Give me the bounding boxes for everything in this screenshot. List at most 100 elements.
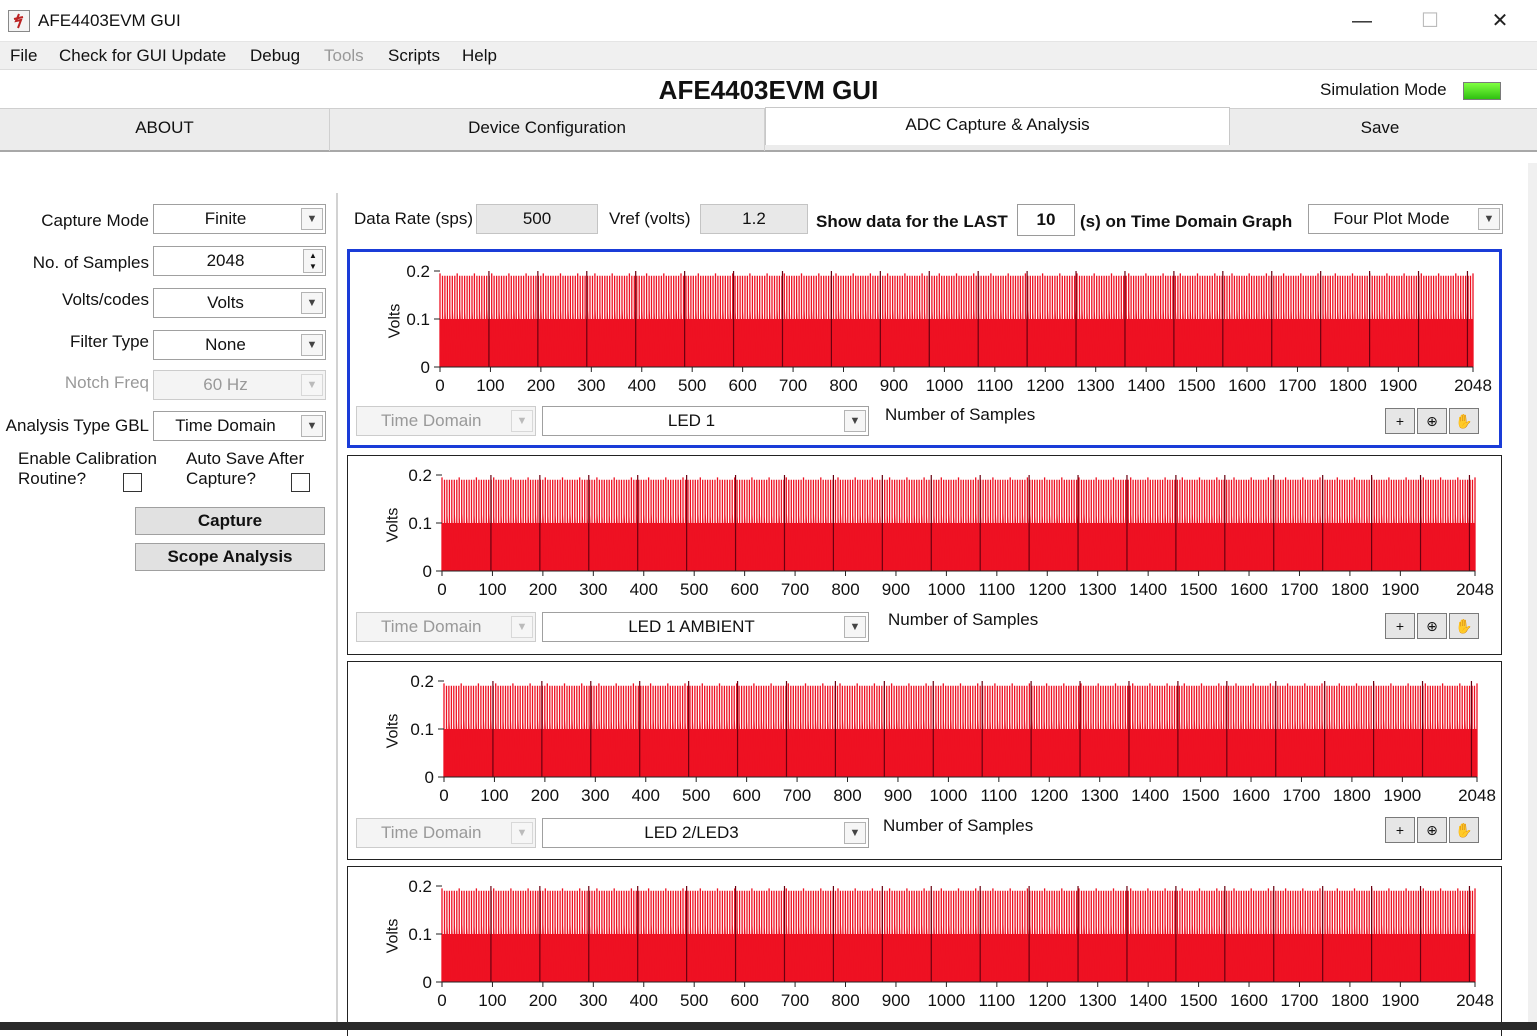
x-tick-label: 1600 (1230, 991, 1268, 1010)
x-tick-label: 1700 (1281, 991, 1319, 1010)
graph-fourth[interactable]: 0 0.1 0.2 0 100 200 300 400 500 600 700 800 900 1000 1… (347, 866, 1502, 1036)
x-tick-label: 200 (531, 786, 559, 805)
cursor-tool-icon[interactable]: + (1385, 408, 1415, 434)
menu-debug[interactable]: Debug (250, 46, 300, 66)
x-tick-label: 700 (781, 991, 809, 1010)
x-axis-label: Number of Samples (888, 610, 1039, 629)
chevron-down-icon: ▼ (301, 415, 323, 437)
vertical-scrollbar[interactable] (1528, 163, 1537, 1023)
signal-select[interactable]: LED 1 ▼ (542, 406, 869, 436)
y-tick-label: 0.1 (410, 720, 434, 739)
x-tick-label: 800 (831, 991, 859, 1010)
x-tick-label: 1800 (1333, 786, 1371, 805)
zoom-tool-icon[interactable]: ⊕ (1417, 613, 1447, 639)
x-tick-label: 800 (829, 376, 857, 395)
auto-save-label-line2: Capture? (186, 469, 256, 488)
notch-freq-select[interactable]: 60 Hz ▼ (153, 370, 326, 400)
x-tick-label: 700 (779, 376, 807, 395)
y-tick-label: 0.2 (408, 877, 432, 896)
zoom-tool-icon[interactable]: ⊕ (1417, 817, 1447, 843)
vref-label: Vref (volts) (609, 209, 691, 228)
x-tick-label: 1300 (1079, 580, 1117, 599)
volts-codes-select[interactable]: Volts ▼ (153, 288, 326, 318)
panel-divider (336, 193, 338, 1023)
samples-value: 2048 (206, 251, 245, 270)
y-tick-label: 0 (421, 358, 430, 377)
pan-tool-icon[interactable]: ✋ (1449, 613, 1479, 639)
cursor-tool-icon[interactable]: + (1385, 613, 1415, 639)
plot-mode-select[interactable]: Four Plot Mode ▼ (1308, 204, 1503, 234)
graph-mode-value: Time Domain (381, 823, 482, 842)
close-button[interactable]: ✕ (1480, 8, 1520, 34)
scope-analysis-button[interactable]: Scope Analysis (135, 543, 325, 571)
menu-tools[interactable]: Tools (324, 46, 364, 66)
capture-mode-select[interactable]: Finite ▼ (153, 204, 326, 234)
maximize-button[interactable]: ☐ (1410, 8, 1450, 34)
x-tick-label: 1900 (1381, 991, 1419, 1010)
x-tick-label: 100 (476, 376, 504, 395)
chevron-down-icon: ▼ (844, 822, 866, 844)
chevron-down-icon: ▼ (844, 616, 866, 638)
data-rate-value: 500 (476, 204, 598, 234)
x-tick-label: 200 (529, 580, 557, 599)
plot-area: 0 0.1 0.2 0 100 200 300 400 500 600 700 800 900 1000 1… (408, 877, 1494, 1010)
y-tick-label: 0.1 (406, 310, 430, 329)
y-tick-label: 0 (425, 768, 434, 787)
calibration-checkbox[interactable] (123, 473, 142, 492)
tab-adc-capture[interactable]: ADC Capture & Analysis (765, 107, 1230, 145)
x-tick-label: 300 (577, 376, 605, 395)
zoom-tool-icon[interactable]: ⊕ (1417, 408, 1447, 434)
x-tick-label: 600 (730, 991, 758, 1010)
spinner-arrows-icon[interactable]: ▲ ▼ (303, 249, 323, 273)
x-tick-label: 900 (882, 991, 910, 1010)
cursor-tool-icon[interactable]: + (1385, 817, 1415, 843)
signal-line (443, 683, 1478, 778)
graph-mode-value: Time Domain (381, 617, 482, 636)
y-tick-label: 0.2 (408, 466, 432, 485)
x-tick-label: 1500 (1180, 580, 1218, 599)
signal-select[interactable]: LED 2/LED3 ▼ (542, 818, 869, 848)
x-tick-label: 0 (437, 991, 446, 1010)
graph-led1[interactable]: 0 0.1 0.2 0 100 200 300 400 500 600 700 800 900 1000 1… (347, 249, 1502, 448)
x-tick-label: 900 (882, 580, 910, 599)
tab-about[interactable]: ABOUT (0, 109, 330, 151)
capture-mode-value: Finite (204, 209, 247, 228)
x-tick-label: 2048 (1458, 786, 1496, 805)
app-icon (8, 10, 30, 32)
chevron-down-icon: ▼ (301, 334, 323, 356)
tab-device-configuration[interactable]: Device Configuration (330, 109, 765, 151)
notch-freq-label: Notch Freq (64, 373, 149, 392)
show-data-label: Show data for the LAST (816, 212, 1008, 231)
auto-save-label: Auto Save After Capture? (186, 449, 304, 489)
seconds-input[interactable]: 10 (1017, 204, 1075, 236)
analysis-type-select[interactable]: Time Domain ▼ (153, 411, 326, 441)
x-tick-label: 1200 (1026, 376, 1064, 395)
x-tick-label: 900 (880, 376, 908, 395)
samples-label: No. of Samples (32, 253, 149, 272)
x-tick-label: 100 (480, 786, 508, 805)
tab-save[interactable]: Save (1230, 109, 1530, 151)
x-tick-label: 100 (478, 580, 506, 599)
menu-scripts[interactable]: Scripts (388, 46, 440, 66)
x-tick-label: 1700 (1281, 580, 1319, 599)
menu-file[interactable]: File (10, 46, 37, 66)
menu-check-update[interactable]: Check for GUI Update (59, 46, 226, 66)
capture-button[interactable]: Capture (135, 507, 325, 535)
minimize-button[interactable]: — (1342, 8, 1382, 34)
filter-type-label: Filter Type (69, 332, 149, 351)
graph-mode-select[interactable]: Time Domain ▼ (356, 612, 536, 642)
signal-select[interactable]: LED 1 AMBIENT ▼ (542, 612, 869, 642)
data-rate-label: Data Rate (sps) (354, 209, 474, 228)
signal-line (439, 273, 1474, 368)
samples-input[interactable]: 2048 ▲ ▼ (153, 246, 326, 276)
graph-mode-select[interactable]: Time Domain ▼ (356, 406, 536, 436)
graph-led1-ambient[interactable]: 0 0.1 0.2 0 100 200 300 400 500 600 700 800 900 1000 1… (347, 455, 1502, 655)
graph-mode-select[interactable]: Time Domain ▼ (356, 818, 536, 848)
chevron-down-icon: ▼ (301, 208, 323, 230)
graph-led2-led3[interactable]: 0 0.1 0.2 0 100 200 300 400 500 600 700 800 900 1000 1… (347, 661, 1502, 860)
menu-help[interactable]: Help (462, 46, 497, 66)
auto-save-checkbox[interactable] (291, 473, 310, 492)
filter-type-select[interactable]: None ▼ (153, 330, 326, 360)
pan-tool-icon[interactable]: ✋ (1449, 817, 1479, 843)
pan-tool-icon[interactable]: ✋ (1449, 408, 1479, 434)
